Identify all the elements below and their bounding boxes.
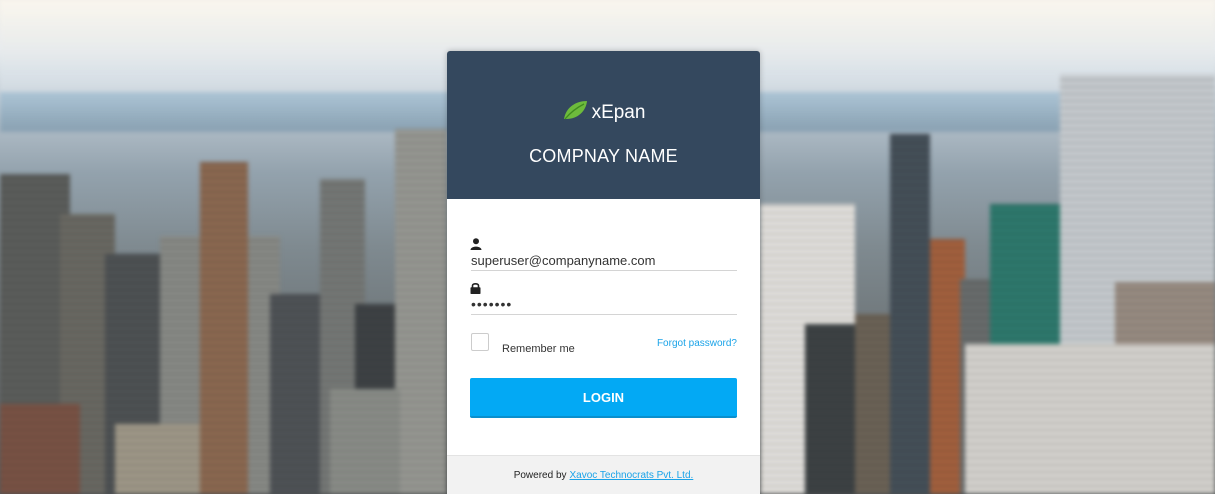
company-name: COMPNAY NAME <box>529 146 678 166</box>
leaf-icon <box>562 99 592 127</box>
footer: Powered by Xavoc Technocrats Pvt. Ltd. <box>447 455 760 494</box>
lock-icon <box>470 281 737 295</box>
card-header: xEpan COMPNAY NAME <box>447 51 760 199</box>
user-icon <box>470 237 737 251</box>
remember-label[interactable]: Remember me <box>502 343 575 355</box>
forgot-password-link[interactable]: Forgot password? <box>657 338 737 349</box>
username-field[interactable] <box>471 252 737 271</box>
powered-by-text: Powered by <box>513 469 567 481</box>
login-button[interactable]: LOGIN <box>470 378 737 418</box>
login-card: xEpan COMPNAY NAME ••••••• Remember me F… <box>447 51 760 494</box>
password-field[interactable]: ••••••• <box>471 296 737 315</box>
login-form: ••••••• Remember me Forgot password? LOG… <box>447 237 760 418</box>
form-options: Remember me Forgot password? <box>470 333 737 363</box>
company-link[interactable]: Xavoc Technocrats Pvt. Ltd. <box>570 470 694 481</box>
remember-checkbox[interactable] <box>471 333 489 351</box>
brand-name: xEpan <box>591 102 646 123</box>
brand: xEpan <box>562 99 646 127</box>
